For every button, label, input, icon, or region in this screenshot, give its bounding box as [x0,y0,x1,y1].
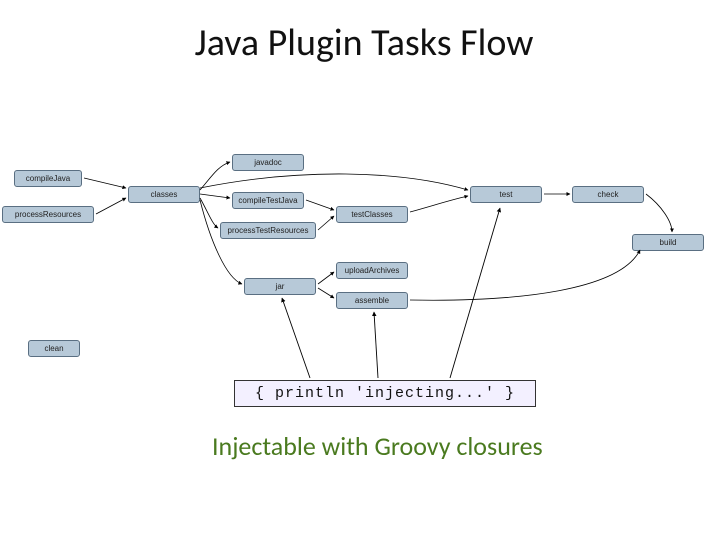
node-test: test [470,186,542,203]
node-compile-java: compileJava [14,170,82,187]
node-jar: jar [244,278,316,295]
node-compile-test-java: compileTestJava [232,192,304,209]
page-title: Java Plugin Tasks Flow [0,20,728,66]
node-check: check [572,186,644,203]
node-clean: clean [28,340,80,357]
task-flow-diagram: compileJava processResources classes jav… [0,150,728,380]
node-assemble: assemble [336,292,408,309]
node-test-classes: testClasses [336,206,408,223]
node-upload-archives: uploadArchives [336,262,408,279]
subtitle: Injectable with Groovy closures [212,430,543,462]
node-process-test-resources: processTestResources [220,222,316,239]
node-javadoc: javadoc [232,154,304,171]
node-build: build [632,234,704,251]
node-process-resources: processResources [2,206,94,223]
code-snippet-box: { println 'injecting...' } [234,380,536,407]
node-classes: classes [128,186,200,203]
